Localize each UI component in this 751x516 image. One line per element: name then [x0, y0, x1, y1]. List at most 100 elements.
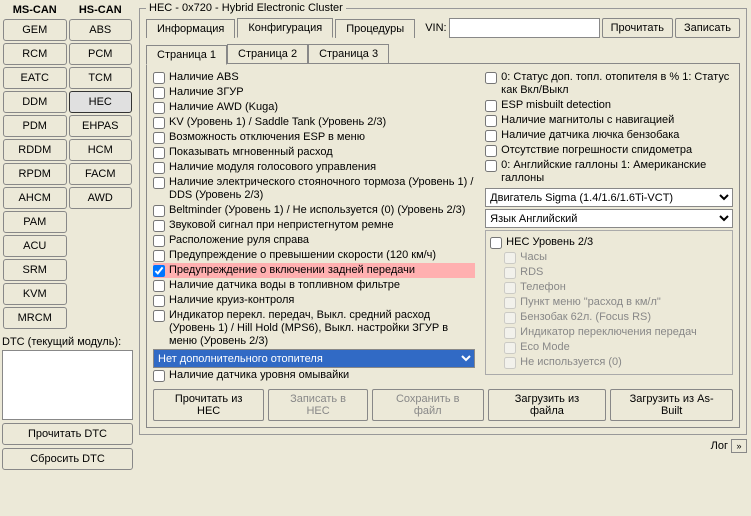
load-file-button[interactable]: Загрузить из файла — [488, 389, 607, 421]
config-checkbox-row[interactable]: Расположение руля справа — [153, 233, 475, 248]
page-tab-2[interactable]: Страница 2 — [227, 44, 308, 64]
config-checkbox-row[interactable]: KV (Уровень 1) / Saddle Tank (Уровень 2/… — [153, 115, 475, 130]
config-checkbox-row[interactable]: Наличие электрического стояночного тормо… — [153, 175, 475, 203]
module-btn-srm[interactable]: SRM — [3, 259, 67, 281]
module-btn-facm[interactable]: FACM — [69, 163, 133, 185]
config-checkbox[interactable] — [153, 235, 165, 247]
config-checkbox[interactable] — [153, 132, 165, 144]
config-checkbox[interactable] — [485, 100, 497, 112]
config-checkbox[interactable] — [153, 72, 165, 84]
config-checkbox-row[interactable]: Индикатор перекл. передач, Выкл. средний… — [153, 308, 475, 349]
tab-procedures[interactable]: Процедуры — [335, 19, 415, 38]
module-btn-rddm[interactable]: RDDM — [3, 139, 67, 161]
sub-checkbox — [504, 282, 516, 294]
hec-level-checkbox[interactable] — [490, 237, 502, 249]
read-hec-button[interactable]: Прочитать из HEC — [153, 389, 264, 421]
reset-dtc-button[interactable]: Сбросить DTC — [2, 448, 133, 470]
sub-checkbox — [504, 297, 516, 309]
module-btn-hcm[interactable]: HCM — [69, 139, 133, 161]
config-checkbox-row[interactable]: Beltminder (Уровень 1) / Не используется… — [153, 203, 475, 218]
page-tab-3[interactable]: Страница 3 — [308, 44, 389, 64]
config-checkbox[interactable] — [485, 145, 497, 157]
module-btn-eatc[interactable]: EATC — [3, 67, 67, 89]
config-checkbox-row[interactable]: Показывать мгновенный расход — [153, 145, 475, 160]
config-checkbox-label: Предупреждение о включении задней переда… — [169, 264, 415, 277]
config-checkbox[interactable] — [153, 205, 165, 217]
config-checkbox[interactable] — [153, 265, 165, 277]
module-btn-hec[interactable]: HEC — [69, 91, 133, 113]
config-checkbox[interactable] — [153, 370, 165, 382]
module-btn-rpdm[interactable]: RPDM — [3, 163, 67, 185]
config-checkbox[interactable] — [153, 102, 165, 114]
config-checkbox[interactable] — [153, 87, 165, 99]
config-checkbox-label: Наличие ЗГУР — [169, 86, 244, 99]
sub-checkbox — [504, 312, 516, 324]
config-checkbox-row[interactable]: Наличие датчика воды в топливном фильтре — [153, 278, 475, 293]
config-checkbox-row[interactable]: Предупреждение о превышении скорости (12… — [153, 248, 475, 263]
tab-info[interactable]: Информация — [146, 19, 235, 38]
module-legend: HEC - 0x720 - Hybrid Electronic Cluster — [146, 2, 346, 14]
vin-input[interactable] — [449, 18, 600, 38]
sub-checkbox-row: Не используется (0) — [490, 355, 728, 370]
log-expand-button[interactable]: » — [731, 439, 747, 453]
config-checkbox-row[interactable]: Наличие датчика лючка бензобака — [485, 128, 733, 143]
config-checkbox-label: Наличие магнитолы с навигацией — [501, 114, 674, 127]
config-checkbox-row[interactable]: ESP misbuilt detection — [485, 98, 733, 113]
config-checkbox[interactable] — [485, 72, 497, 84]
module-btn-kvm[interactable]: KVM — [3, 283, 67, 305]
config-checkbox-row[interactable]: Возможность отключения ESP в меню — [153, 130, 475, 145]
config-checkbox[interactable] — [153, 117, 165, 129]
config-checkbox-row[interactable]: Звуковой сигнал при непристегнутом ремне — [153, 218, 475, 233]
module-btn-rcm[interactable]: RCM — [3, 43, 67, 65]
config-checkbox[interactable] — [153, 310, 165, 322]
read-dtc-button[interactable]: Прочитать DTC — [2, 423, 133, 445]
hec-level-label: HEC Уровень 2/3 — [506, 236, 593, 249]
vin-read-button[interactable]: Прочитать — [602, 18, 673, 38]
config-checkbox[interactable] — [153, 295, 165, 307]
config-checkbox[interactable] — [153, 162, 165, 174]
load-asbuilt-button[interactable]: Загрузить из As-Built — [610, 389, 733, 421]
language-combo[interactable]: Язык Английский — [485, 209, 733, 228]
write-hec-button[interactable]: Записать в HEC — [268, 389, 368, 421]
vin-write-button[interactable]: Записать — [675, 18, 740, 38]
module-btn-ahcm[interactable]: AHCM — [3, 187, 67, 209]
config-checkbox-row[interactable]: Наличие ABS — [153, 70, 475, 85]
hec-level-header[interactable]: HEC Уровень 2/3 — [490, 235, 728, 250]
module-btn-ehpas[interactable]: EHPAS — [69, 115, 133, 137]
module-btn-awd[interactable]: AWD — [69, 187, 133, 209]
config-checkbox[interactable] — [153, 177, 165, 189]
config-checkbox-row[interactable]: Наличие модуля голосового управления — [153, 160, 475, 175]
module-btn-pcm[interactable]: PCM — [69, 43, 133, 65]
config-checkbox[interactable] — [153, 280, 165, 292]
config-checkbox-row[interactable]: Наличие AWD (Kuga) — [153, 100, 475, 115]
config-checkbox[interactable] — [153, 220, 165, 232]
config-checkbox-row[interactable]: Наличие ЗГУР — [153, 85, 475, 100]
config-checkbox[interactable] — [485, 160, 497, 172]
config-checkbox-row[interactable]: Наличие магнитолы с навигацией — [485, 113, 733, 128]
module-btn-tcm[interactable]: TCM — [69, 67, 133, 89]
tab-config[interactable]: Конфигурация — [237, 18, 333, 38]
config-checkbox-row[interactable]: 0: Статус доп. топл. отопителя в % 1: Ст… — [485, 70, 733, 98]
module-btn-acu[interactable]: ACU — [3, 235, 67, 257]
module-btn-abs[interactable]: ABS — [69, 19, 133, 41]
page-tab-1[interactable]: Страница 1 — [146, 45, 227, 65]
save-file-button[interactable]: Сохранить в файл — [372, 389, 484, 421]
module-btn-pam[interactable]: PAM — [3, 211, 67, 233]
config-checkbox-row[interactable]: Наличие круиз-контроля — [153, 293, 475, 308]
dtc-listbox[interactable] — [2, 350, 133, 420]
config-checkbox[interactable] — [153, 147, 165, 159]
config-checkbox[interactable] — [153, 250, 165, 262]
engine-combo[interactable]: Двигатель Sigma (1.4/1.6/1.6Ti-VCT) — [485, 188, 733, 207]
config-checkbox-row[interactable]: Предупреждение о включении задней переда… — [153, 263, 475, 278]
module-btn-mrcm[interactable]: MRCM — [3, 307, 67, 329]
config-checkbox[interactable] — [485, 115, 497, 127]
config-checkbox-row[interactable]: Отсутствие погрешности спидометра — [485, 143, 733, 158]
heater-combo[interactable]: Нет дополнительного отопителя — [153, 349, 475, 368]
module-btn-gem[interactable]: GEM — [3, 19, 67, 41]
module-btn-pdm[interactable]: PDM — [3, 115, 67, 137]
config-checkbox-row[interactable]: 0: Английские галлоны 1: Американские га… — [485, 158, 733, 186]
config-checkbox-label: Предупреждение о превышении скорости (12… — [169, 249, 436, 262]
module-btn-ddm[interactable]: DDM — [3, 91, 67, 113]
config-checkbox[interactable] — [485, 130, 497, 142]
config-checkbox-row[interactable]: Наличие датчика уровня омывайки — [153, 368, 475, 383]
